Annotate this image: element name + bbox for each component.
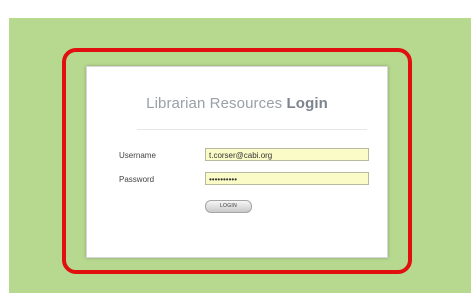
username-field[interactable]: t.corser@cabi.org: [205, 148, 369, 161]
password-field[interactable]: ••••••••••: [205, 172, 369, 185]
title-text: Librarian Resources: [146, 95, 283, 112]
password-label: Password: [119, 175, 155, 184]
title-bold-text: Login: [286, 95, 328, 112]
username-label: Username: [119, 151, 156, 160]
login-card: Librarian Resources Login Username t.cor…: [86, 66, 388, 258]
title-divider: [137, 129, 367, 130]
login-title: Librarian Resources Login: [87, 95, 387, 112]
login-button[interactable]: LOGIN: [205, 200, 252, 213]
